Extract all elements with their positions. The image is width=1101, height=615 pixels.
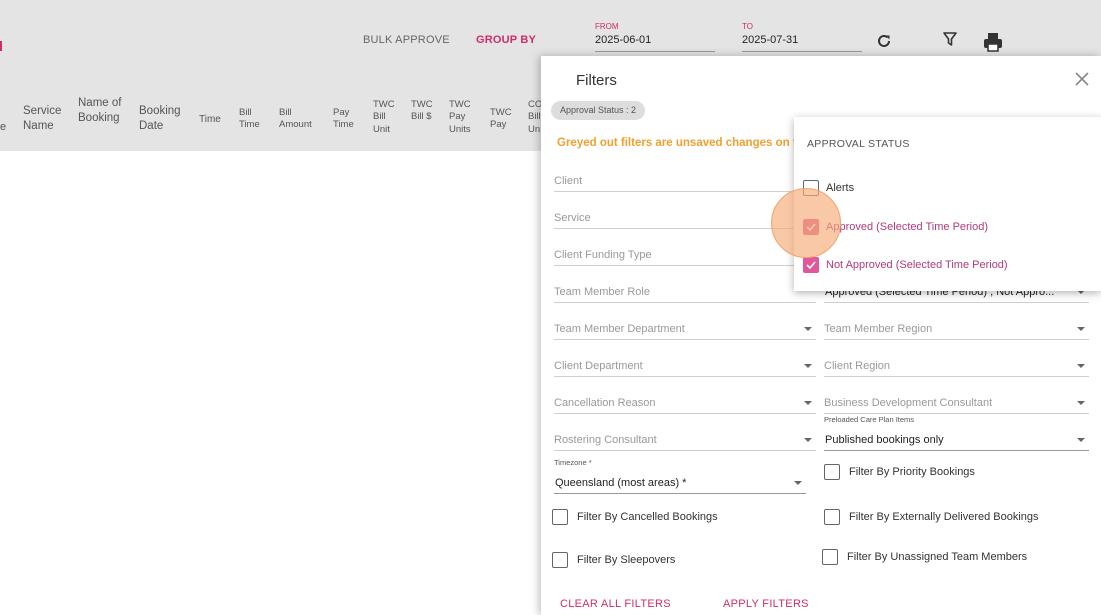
column-header-time[interactable]: Time <box>199 113 221 126</box>
to-date-value[interactable]: 2025-07-31 <box>742 34 862 46</box>
checkbox-box[interactable] <box>824 464 840 480</box>
unassigned-team-members-label: Filter By Unassigned Team Members <box>847 551 1028 563</box>
chevron-down-icon <box>1077 327 1085 331</box>
checkbox-box[interactable] <box>803 257 819 273</box>
column-header-twc-bill-dollar[interactable]: TWC Bill $ <box>411 99 437 124</box>
print-icon[interactable] <box>981 30 1005 54</box>
sleepovers-checkbox[interactable]: Filter By Sleepovers <box>552 552 675 568</box>
timezone-select[interactable]: Timezone * Queensland (most areas) * <box>554 458 806 494</box>
priority-bookings-label: Filter By Priority Bookings <box>849 466 975 478</box>
close-icon[interactable] <box>1073 70 1091 88</box>
clear-all-filters-button[interactable]: CLEAR ALL FILTERS <box>560 598 671 610</box>
timezone-value: Queensland (most areas) * <box>555 477 687 489</box>
checkbox-box[interactable] <box>822 549 838 565</box>
business-development-consultant-select[interactable]: Business Development Consultant <box>824 392 1089 414</box>
from-date-label: FROM <box>595 22 619 31</box>
client-department-placeholder: Client Department <box>554 360 643 372</box>
checkbox-box[interactable] <box>552 552 568 568</box>
column-header-bill-time[interactable]: Bill Time <box>239 107 265 132</box>
approval-status-title: APPROVAL STATUS <box>807 138 910 150</box>
sleepovers-label: Filter By Sleepovers <box>577 554 676 566</box>
team-member-role-select[interactable]: Team Member Role <box>554 281 816 303</box>
option-not-approved[interactable]: Not Approved (Selected Time Period) <box>803 257 1008 273</box>
filter-icon[interactable] <box>939 28 961 50</box>
to-date-field[interactable]: TO 2025-07-31 <box>742 22 862 52</box>
client-select[interactable]: Client <box>554 170 816 192</box>
chevron-down-icon <box>794 481 802 485</box>
column-header-bill-amount[interactable]: Bill Amount <box>279 107 321 132</box>
approval-status-dropdown: APPROVAL STATUS Alerts Approved (Selecte… <box>794 117 1101 291</box>
checkbox-box[interactable] <box>824 509 840 525</box>
externally-delivered-checkbox[interactable]: Filter By Externally Delivered Bookings <box>824 509 1039 525</box>
client-funding-type-placeholder: Client Funding Type <box>554 249 652 261</box>
refresh-icon[interactable] <box>873 30 895 52</box>
client-region-select[interactable]: Client Region <box>824 355 1089 377</box>
left-accent-mark <box>0 41 2 51</box>
chevron-down-icon <box>804 364 812 368</box>
column-header-twc-pay[interactable]: TWC Pay <box>490 107 516 132</box>
option-label: Approved (Selected Time Period) <box>826 221 989 233</box>
filters-title: Filters <box>576 72 617 89</box>
chevron-down-icon <box>804 401 812 405</box>
client-placeholder: Client <box>554 175 583 187</box>
timezone-label: Timezone * <box>554 458 592 467</box>
chevron-down-icon <box>1077 401 1085 405</box>
column-header-name-of-booking[interactable]: Name of Booking <box>78 96 126 126</box>
from-date-field[interactable]: FROM 2025-06-01 <box>595 22 715 52</box>
column-header[interactable]: e <box>0 120 6 134</box>
externally-delivered-label: Filter By Externally Delivered Bookings <box>849 511 1039 523</box>
priority-bookings-checkbox[interactable]: Filter By Priority Bookings <box>824 464 975 480</box>
column-header-service-name[interactable]: Service Name <box>23 104 67 134</box>
apply-filters-button[interactable]: APPLY FILTERS <box>723 598 809 610</box>
column-header-twc-pay-units[interactable]: TWC Pay Units <box>449 99 477 136</box>
service-placeholder: Service <box>554 212 591 224</box>
team-member-region-placeholder: Team Member Region <box>824 323 933 335</box>
option-label: Alerts <box>826 182 855 194</box>
chevron-down-icon <box>1077 438 1085 442</box>
checkbox-box[interactable] <box>552 509 568 525</box>
team-member-role-placeholder: Team Member Role <box>554 286 650 298</box>
unsaved-changes-warning: Greyed out filters are unsaved changes o… <box>557 137 809 149</box>
cancelled-bookings-label: Filter By Cancelled Bookings <box>577 511 718 523</box>
team-member-department-select[interactable]: Team Member Department <box>554 318 816 340</box>
click-ripple <box>771 188 841 258</box>
preloaded-care-plan-label: Preloaded Care Plan Items <box>824 415 915 424</box>
chevron-down-icon <box>804 438 812 442</box>
client-funding-type-select[interactable]: Client Funding Type <box>554 244 816 266</box>
preloaded-care-plan-value: Published bookings only <box>825 434 944 446</box>
chevron-down-icon <box>804 327 812 331</box>
from-date-value[interactable]: 2025-06-01 <box>595 34 715 46</box>
column-header-pay-time[interactable]: Pay Time <box>333 107 359 132</box>
rostering-consultant-select[interactable]: Rostering Consultant <box>554 429 816 451</box>
check-icon <box>806 261 816 270</box>
approval-status-chip[interactable]: Approval Status : 2 <box>551 101 646 120</box>
unassigned-team-members-checkbox[interactable]: Filter By Unassigned Team Members <box>822 549 1027 565</box>
column-header-twc-bill-unit[interactable]: TWC Bill Unit <box>373 99 399 136</box>
to-date-label: TO <box>742 22 753 31</box>
business-development-consultant-placeholder: Business Development Consultant <box>824 397 993 409</box>
team-member-region-select[interactable]: Team Member Region <box>824 318 1089 340</box>
cancelled-bookings-checkbox[interactable]: Filter By Cancelled Bookings <box>552 509 718 525</box>
team-member-department-placeholder: Team Member Department <box>554 323 685 335</box>
client-department-select[interactable]: Client Department <box>554 355 816 377</box>
top-toolbar <box>0 0 1101 62</box>
preloaded-care-plan-select[interactable]: Preloaded Care Plan Items Published book… <box>824 415 1089 451</box>
option-label: Not Approved (Selected Time Period) <box>826 259 1008 271</box>
rostering-consultant-placeholder: Rostering Consultant <box>554 434 657 446</box>
cancellation-reason-placeholder: Cancellation Reason <box>554 397 656 409</box>
cancellation-reason-select[interactable]: Cancellation Reason <box>554 392 816 414</box>
chevron-down-icon <box>1077 364 1085 368</box>
group-by-button[interactable]: GROUP BY <box>476 34 536 46</box>
column-header-booking-date[interactable]: Booking Date <box>139 104 187 134</box>
client-region-placeholder: Client Region <box>824 360 891 372</box>
bulk-approve-button[interactable]: BULK APPROVE <box>363 34 450 46</box>
